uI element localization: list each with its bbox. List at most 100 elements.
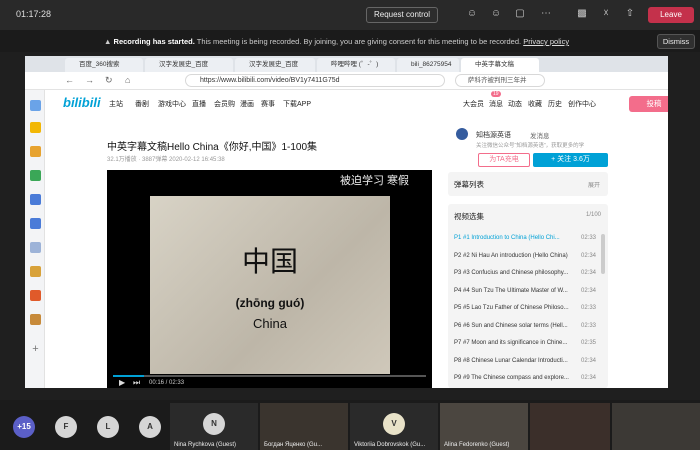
nav-item[interactable]: 动态	[508, 99, 522, 109]
forward-icon[interactable]: →	[85, 75, 94, 85]
video-meta: 32.1万播放 · 3887弹幕 2020-02-12 16:45:38	[107, 157, 225, 163]
progress-bar[interactable]	[113, 375, 426, 377]
episode-item[interactable]: P3 #3 Confucius and Chinese philosophy..…	[454, 265, 596, 282]
episode-title: P7 #7 Moon and its significance in Chine…	[454, 340, 568, 346]
participant-tile[interactable]: N Nina Rychkova (Guest)	[170, 403, 258, 450]
play-icon[interactable]: ▶	[119, 378, 125, 387]
uploader-avatar[interactable]	[456, 128, 468, 140]
participant-name: Viktoriia Dobrovskok (Gu...	[354, 442, 426, 448]
refresh-icon[interactable]: ↻	[105, 75, 113, 86]
nav-item[interactable]: 消息	[489, 99, 503, 109]
more-icon[interactable]: ⋯	[540, 8, 552, 20]
add-icon[interactable]: +	[30, 344, 41, 355]
browser-tab-active[interactable]: 中英字幕文稿	[461, 58, 539, 72]
uploader-name[interactable]: 知档源英语	[476, 130, 511, 140]
episode-item[interactable]: P9 #9 The Chinese compass and explore...…	[454, 370, 596, 387]
react-icon[interactable]: ☺	[490, 8, 502, 20]
sidebar-app-icon[interactable]	[30, 242, 41, 253]
video-player[interactable]: 被迫学习 寒假 中国 (zhōng guó) China ▶ ⏭ 00:16 /…	[107, 170, 432, 388]
browser-search-input[interactable]: 萨科齐被判刑三年并	[455, 74, 545, 87]
episode-item[interactable]: P1 #1 Introduction to China (Hello Chi..…	[454, 230, 596, 247]
danmaku-list-header[interactable]: 弹幕列表 展开	[448, 172, 608, 196]
episode-item[interactable]: P2 #2 Ni Hau An introduction (Hello Chin…	[454, 248, 596, 265]
nav-item[interactable]: 大会员	[463, 99, 484, 109]
back-icon[interactable]: ←	[65, 75, 74, 85]
upload-button[interactable]: 投稿	[629, 96, 668, 112]
next-icon[interactable]: ⏭	[133, 378, 140, 388]
browser-tab[interactable]: 百度_360搜索	[65, 58, 143, 72]
participant-avatar[interactable]: A	[139, 416, 161, 438]
browser-tab[interactable]: 汉字发展史_百度	[145, 58, 233, 72]
nav-item[interactable]: 收藏	[528, 99, 542, 109]
uploader-desc: 关注微信公众号“知档源英语”，获取更多的学	[476, 143, 585, 149]
dismiss-button[interactable]: Dismiss	[657, 34, 695, 49]
episode-duration: 02:34	[580, 375, 596, 381]
nav-item[interactable]: 赛事	[261, 99, 275, 109]
episode-duration: 02:34	[580, 270, 596, 276]
browser-tab[interactable]: bili_86275954	[397, 58, 459, 72]
bilibili-logo[interactable]: bilibili	[63, 95, 101, 110]
episode-title: P2 #2 Ni Hau An introduction (Hello Chin…	[454, 252, 568, 259]
nav-item[interactable]: 游戏中心	[158, 99, 186, 109]
browser-tab[interactable]: 哔哩哔哩 (゜-゜)	[317, 58, 395, 72]
scrollbar[interactable]	[601, 234, 605, 274]
nav-item[interactable]: 下载APP	[283, 99, 311, 109]
more-participants[interactable]: +15	[13, 416, 35, 438]
sidebar-app-icon[interactable]	[30, 100, 41, 111]
chat-icon[interactable]: ▢	[514, 8, 526, 20]
address-row: ← → ↻ ⌂ https://www.bilibili.com/video/B…	[25, 72, 668, 90]
nav-item[interactable]: 历史	[548, 99, 562, 109]
sidebar-app-icon[interactable]	[30, 194, 41, 205]
episode-title: P5 #5 Lao Tzu Father of Chinese Philoso.…	[454, 305, 569, 311]
participant-video-tile[interactable]	[530, 403, 610, 450]
frame-hanzi: 中国	[241, 245, 298, 278]
nav-item[interactable]: 直播	[192, 99, 206, 109]
episode-duration: 02:33	[580, 322, 596, 329]
sidebar-app-icon[interactable]	[30, 266, 41, 277]
participant-video-tile[interactable]: Богдан Яценко (Gu...	[260, 403, 348, 450]
sidebar-app-icon[interactable]	[30, 314, 41, 325]
episode-item[interactable]: P8 #8 Chinese Lunar Calendar Introducti.…	[454, 353, 596, 370]
nav-item[interactable]: 创作中心	[568, 99, 596, 109]
participant-avatar[interactable]: F	[55, 416, 77, 438]
follow-button[interactable]: + 关注 3.6万	[533, 153, 608, 167]
participant-tile[interactable]: V Viktoriia Dobrovskok (Gu...	[350, 403, 438, 450]
participant-name: Alina Fedorenko (Guest)	[444, 442, 510, 448]
episode-item[interactable]: P6 #6 Sun and Chinese solar terms (Hell.…	[454, 318, 596, 335]
sidebar-app-icon[interactable]	[30, 146, 41, 157]
nav-item[interactable]: 会员购	[214, 99, 235, 109]
episode-item[interactable]: P5 #5 Lao Tzu Father of Chinese Philoso.…	[454, 300, 596, 317]
mic-off-icon[interactable]: ☓	[600, 8, 612, 20]
frame-english: China	[253, 316, 287, 331]
expand-link[interactable]: 展开	[588, 180, 600, 189]
episode-item[interactable]: P7 #7 Moon and its significance in Chine…	[454, 335, 596, 352]
participant-avatar[interactable]: L	[97, 416, 119, 438]
camera-icon[interactable]: ▩	[576, 8, 588, 20]
participant-video-tile[interactable]	[612, 403, 700, 450]
favorites-icon[interactable]	[30, 122, 41, 133]
address-bar[interactable]: https://www.bilibili.com/video/BV1y7411G…	[185, 74, 445, 87]
browser-tab[interactable]: 汉字发展史_百度	[235, 58, 315, 72]
home-icon[interactable]: ⌂	[125, 75, 130, 85]
episode-title: P4 #4 Sun Tzu The Ultimate Master of W..…	[454, 287, 568, 294]
danmaku-text: 被迫学习 寒假	[340, 175, 410, 187]
sidebar-app-icon[interactable]	[30, 170, 41, 181]
charge-button[interactable]: 为TA充电	[478, 153, 530, 167]
nav-item[interactable]: 主站	[109, 99, 123, 109]
request-control-button[interactable]: Request control	[366, 7, 438, 23]
privacy-link[interactable]: Privacy policy	[523, 37, 569, 46]
browser-sidebar: +	[25, 56, 45, 388]
people-icon[interactable]: ☺	[466, 8, 478, 20]
sidebar-app-icon[interactable]	[30, 290, 41, 301]
sidebar-app-icon[interactable]	[30, 218, 41, 229]
leave-button[interactable]: Leave	[648, 7, 694, 23]
send-message-link[interactable]: 发消息	[530, 130, 550, 140]
nav-item[interactable]: 番剧	[135, 99, 149, 109]
nav-item[interactable]: 漫画	[240, 99, 254, 109]
participant-avatar: N	[203, 413, 225, 435]
teams-top-bar: 01:17:28 Request control ☺ ☺ ▢ ⋯ ▩ ☓ ⇧ L…	[0, 0, 700, 30]
participant-video-tile[interactable]: Alina Fedorenko (Guest)	[440, 403, 528, 450]
share-icon[interactable]: ⇧	[624, 8, 636, 20]
episode-duration: 02:33	[580, 235, 596, 241]
episode-item[interactable]: P4 #4 Sun Tzu The Ultimate Master of W..…	[454, 283, 596, 300]
